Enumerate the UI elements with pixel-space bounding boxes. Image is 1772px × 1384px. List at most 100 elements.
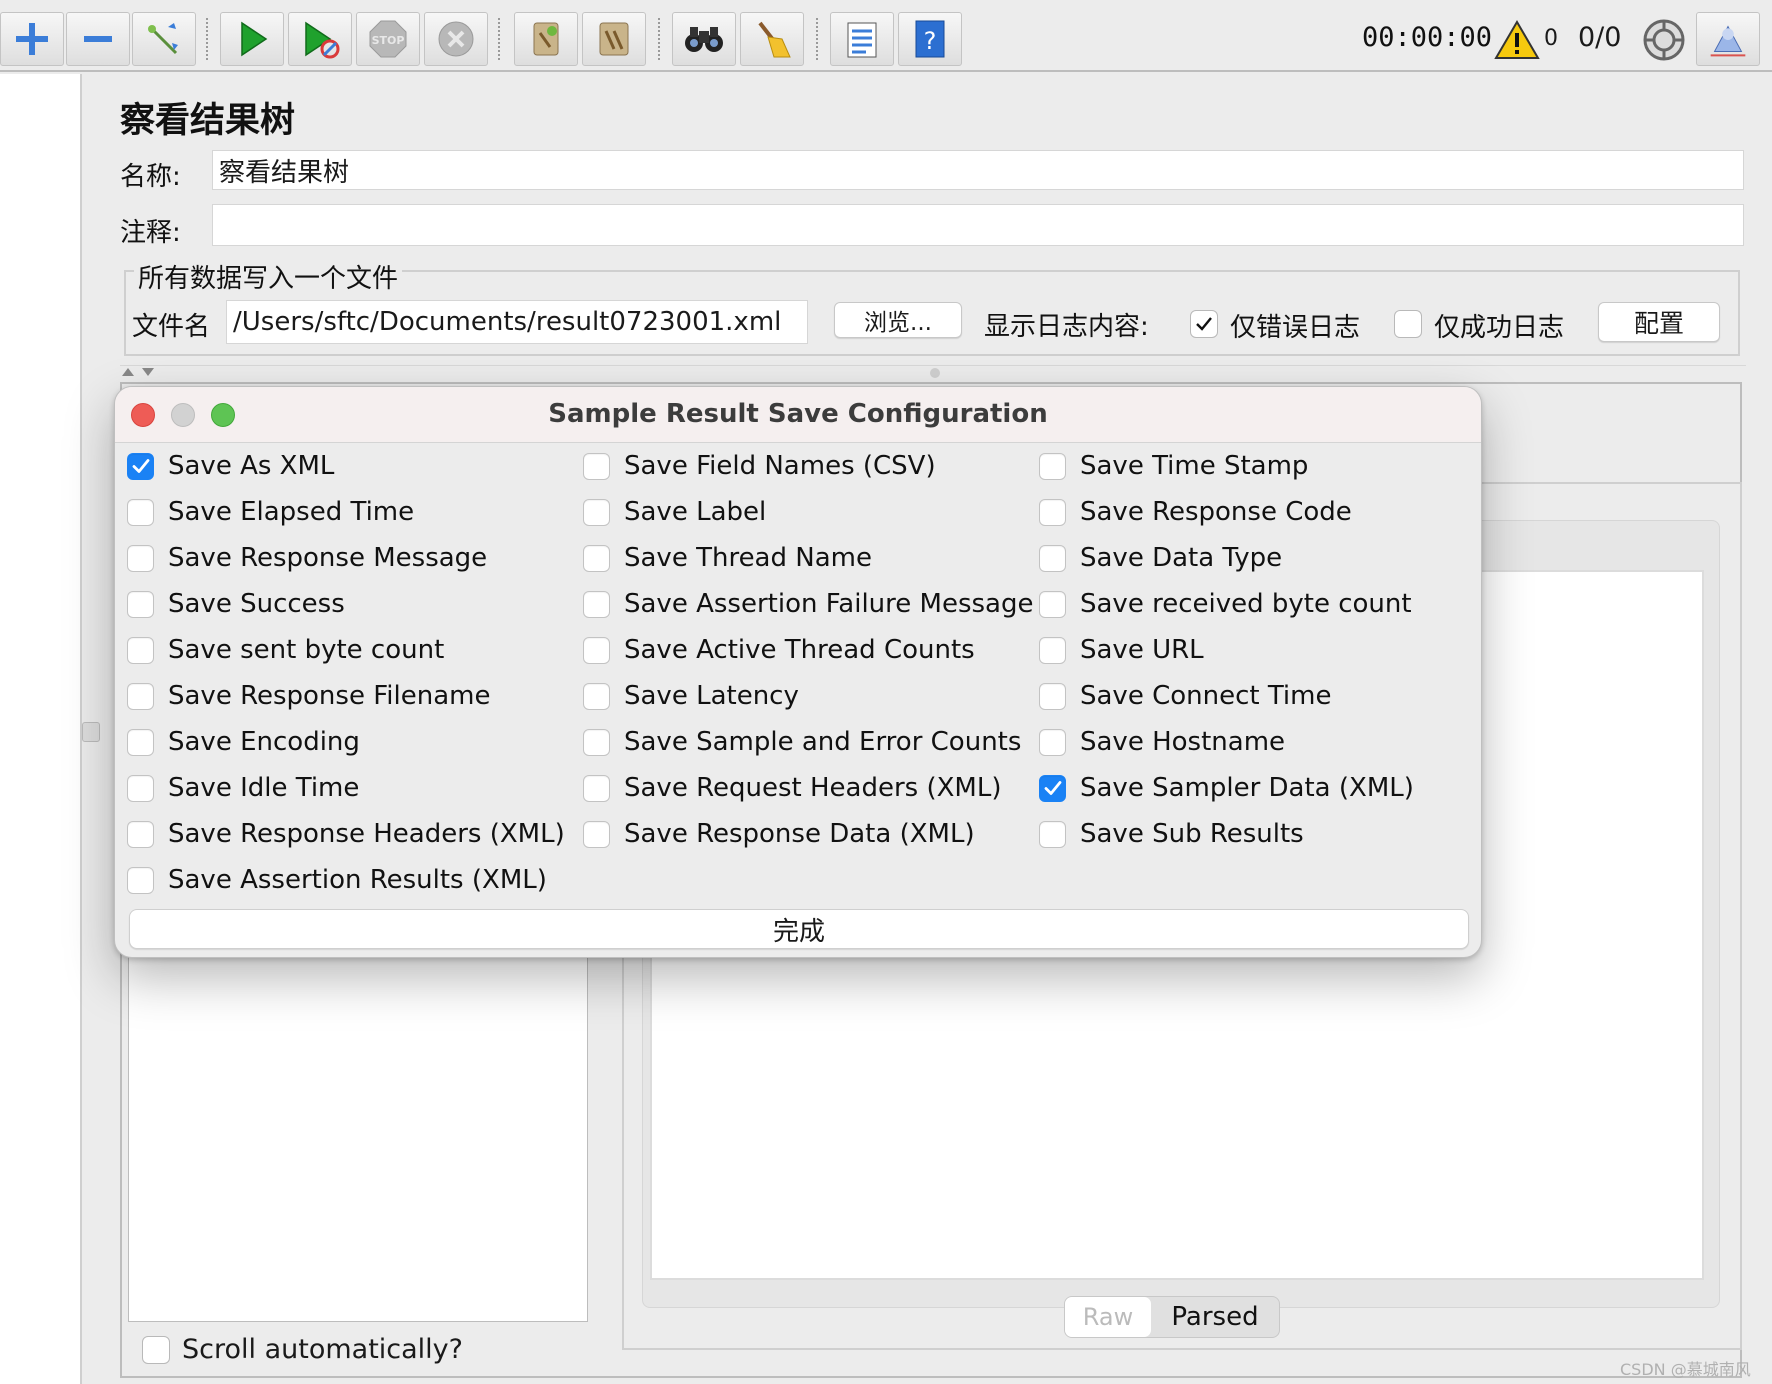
toggle-button[interactable] [132,12,196,66]
option-checkbox[interactable] [1039,498,1066,526]
reset-search-button[interactable] [740,12,804,66]
option-checkbox[interactable] [127,728,154,756]
option-checkbox[interactable] [1039,452,1066,480]
option-save-connect-time[interactable]: Save Connect Time [1039,679,1331,713]
option-checkbox[interactable] [583,774,610,802]
option-save-active-thread-counts[interactable]: Save Active Thread Counts [583,633,975,667]
option-checkbox[interactable] [583,820,610,848]
help-button[interactable]: ? [898,12,962,66]
option-checkbox[interactable] [583,728,610,756]
option-save-request-headers-xml[interactable]: Save Request Headers (XML) [583,771,1001,805]
success-only-checkbox[interactable] [1394,310,1422,338]
elapsed-timer: 00:00:00 [1362,22,1493,53]
save-config-dialog: Sample Result Save Configuration Save As… [114,386,1482,958]
errors-only-checkbox[interactable] [1190,310,1218,338]
splitter-grip[interactable] [930,368,940,378]
option-save-elapsed-time[interactable]: Save Elapsed Time [127,495,414,529]
option-save-label[interactable]: Save Label [583,495,766,529]
option-checkbox[interactable] [1039,728,1066,756]
dialog-titlebar[interactable]: Sample Result Save Configuration [115,387,1481,443]
option-save-response-headers-xml[interactable]: Save Response Headers (XML) [127,817,565,851]
option-checkbox[interactable] [583,636,610,664]
name-field[interactable]: 察看结果树 [212,150,1744,190]
option-save-sample-and-error-counts[interactable]: Save Sample and Error Counts [583,725,1021,759]
option-checkbox[interactable] [583,682,610,710]
collapse-all-button[interactable] [66,12,130,66]
option-save-assertion-failure-message[interactable]: Save Assertion Failure Message [583,587,1033,621]
option-save-as-xml[interactable]: Save As XML [127,449,334,483]
browse-button[interactable]: 浏览... [834,302,962,338]
option-save-success[interactable]: Save Success [127,587,345,621]
option-save-response-filename[interactable]: Save Response Filename [127,679,490,713]
option-checkbox[interactable] [1039,774,1066,802]
option-save-url[interactable]: Save URL [1039,633,1204,667]
comment-field[interactable] [212,204,1744,246]
option-save-assertion-results-xml[interactable]: Save Assertion Results (XML) [127,863,547,897]
filename-label: 文件名 [132,312,211,342]
option-save-response-message[interactable]: Save Response Message [127,541,487,575]
option-save-hostname[interactable]: Save Hostname [1039,725,1285,759]
option-save-time-stamp[interactable]: Save Time Stamp [1039,449,1308,483]
expand-all-button[interactable] [0,12,64,66]
option-checkbox[interactable] [127,820,154,848]
tab-parsed[interactable]: Parsed [1151,1297,1279,1337]
option-checkbox[interactable] [583,452,610,480]
option-checkbox[interactable] [127,682,154,710]
filename-field[interactable]: /Users/sftc/Documents/result0723001.xml [226,300,808,344]
option-save-latency[interactable]: Save Latency [583,679,799,713]
option-checkbox[interactable] [583,544,610,572]
clear-button[interactable] [514,12,578,66]
option-label: Save Sub Results [1080,819,1304,849]
option-save-received-byte-count[interactable]: Save received byte count [1039,587,1412,621]
option-checkbox[interactable] [1039,820,1066,848]
vertical-splitter[interactable] [120,365,1746,378]
option-checkbox[interactable] [127,590,154,618]
split-pane-handle[interactable] [82,722,100,742]
option-checkbox[interactable] [1039,590,1066,618]
configure-button[interactable]: 配置 [1598,302,1720,342]
option-save-data-type[interactable]: Save Data Type [1039,541,1282,575]
option-checkbox[interactable] [127,498,154,526]
option-checkbox[interactable] [1039,636,1066,664]
option-save-idle-time[interactable]: Save Idle Time [127,771,359,805]
checkmark-icon [132,459,149,473]
start-button[interactable] [220,12,284,66]
option-save-sub-results[interactable]: Save Sub Results [1039,817,1304,851]
option-label: Save Response Headers (XML) [168,819,565,849]
shutdown-button[interactable] [424,12,488,66]
results-tree-list[interactable] [128,940,588,1322]
start-no-pauses-button[interactable] [288,12,352,66]
option-checkbox[interactable] [127,774,154,802]
option-save-encoding[interactable]: Save Encoding [127,725,360,759]
option-save-field-names-csv[interactable]: Save Field Names (CSV) [583,449,936,483]
option-checkbox[interactable] [583,498,610,526]
option-label: Save Response Data (XML) [624,819,975,849]
option-label: Save Encoding [168,727,360,757]
log-viewer-button[interactable] [1696,12,1760,66]
tab-raw[interactable]: Raw [1065,1297,1151,1337]
option-checkbox[interactable] [1039,682,1066,710]
test-plan-tree[interactable] [0,74,82,1384]
option-checkbox[interactable] [127,636,154,664]
option-save-sent-byte-count[interactable]: Save sent byte count [127,633,444,667]
view-mode-toggle[interactable]: Raw Parsed [1064,1296,1280,1338]
option-save-response-data-xml[interactable]: Save Response Data (XML) [583,817,975,851]
scroll-automatically-checkbox[interactable] [142,1336,170,1364]
option-checkbox[interactable] [127,452,154,480]
list-icon [847,22,877,58]
option-checkbox[interactable] [1039,544,1066,572]
option-save-sampler-data-xml[interactable]: Save Sampler Data (XML) [1039,771,1414,805]
stop-button[interactable]: STOP [356,12,420,66]
search-button[interactable] [672,12,736,66]
option-save-thread-name[interactable]: Save Thread Name [583,541,872,575]
option-checkbox[interactable] [127,544,154,572]
warning-icon[interactable] [1494,20,1540,60]
function-helper-button[interactable] [830,12,894,66]
option-checkbox[interactable] [127,866,154,894]
splitter-arrows-icon[interactable] [120,366,160,378]
done-button[interactable]: 完成 [129,909,1469,949]
option-checkbox[interactable] [583,590,610,618]
clear-all-button[interactable] [582,12,646,66]
checkmark-icon [1044,781,1061,795]
option-save-response-code[interactable]: Save Response Code [1039,495,1352,529]
